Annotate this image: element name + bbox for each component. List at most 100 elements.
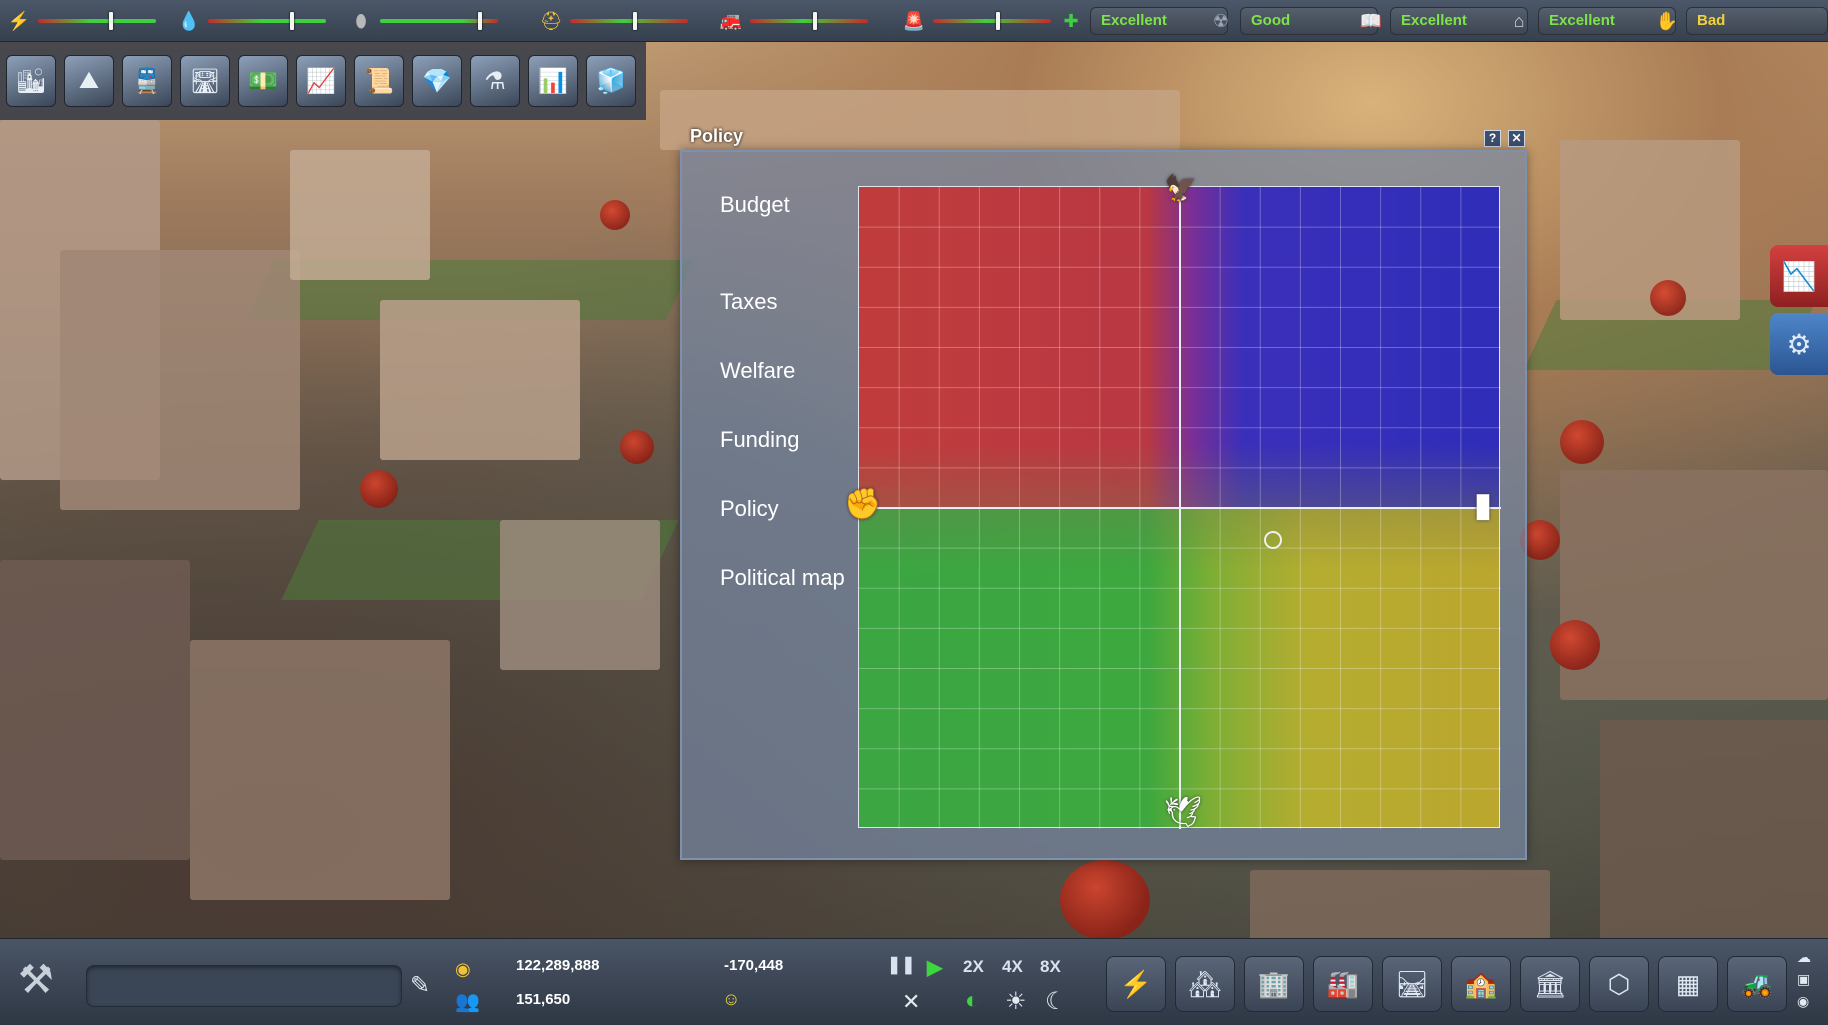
transport-road-button[interactable]: 🛤 xyxy=(1382,956,1442,1012)
landmarks-icon: ⬡ xyxy=(1607,968,1631,999)
close-button[interactable]: ✕ xyxy=(1508,130,1525,147)
vertical-axis xyxy=(1179,187,1181,829)
indicator-sewage[interactable]: ⬮ xyxy=(350,0,498,42)
indicator-police[interactable]: ⛑ xyxy=(540,0,688,42)
water-drop-icon: 💧 xyxy=(177,10,201,31)
government-icon: 🏛 xyxy=(1533,968,1567,999)
housing-icon: ⌂ xyxy=(1513,10,1525,31)
roads-button[interactable]: 🛣 xyxy=(180,55,230,107)
buildings-3d-button[interactable]: 🧊 xyxy=(586,55,636,107)
happiness-icon: ✋ xyxy=(1655,10,1679,31)
rating-environment[interactable]: Good xyxy=(1240,7,1378,35)
terrain-icon: ⛰ xyxy=(78,67,100,94)
documents-icon: 📜 xyxy=(364,67,394,95)
indicator-power[interactable]: ⚡ xyxy=(8,0,156,42)
buildings-3d-icon: 🧊 xyxy=(596,67,626,95)
build-tools-icon[interactable]: ⚒ xyxy=(18,957,72,1011)
services-icon: 🏫 xyxy=(1464,968,1498,999)
fire-icon: 🚒 xyxy=(719,10,743,31)
indicator-knob xyxy=(632,12,637,30)
indicator-crime[interactable]: 🚨 xyxy=(903,0,1051,42)
eagle-icon: 🦅 xyxy=(1164,173,1198,203)
government-button[interactable]: 🏛 xyxy=(1520,956,1580,1012)
documents-button[interactable]: 📜 xyxy=(354,55,404,107)
indicator-fire[interactable]: 🚒 xyxy=(720,0,868,42)
industrial-button[interactable]: 🏭 xyxy=(1313,956,1373,1012)
menu-item-policy[interactable]: Policy xyxy=(720,496,779,522)
trend-graph-icon: 📉 xyxy=(1781,260,1817,292)
commercial-icon: 🏢 xyxy=(1257,968,1291,999)
speed-2x-button[interactable]: 2X xyxy=(963,957,984,977)
menu-item-taxes[interactable]: Taxes xyxy=(720,289,777,315)
shuffle-icon[interactable]: ✕ xyxy=(902,989,920,1015)
graphs-button[interactable]: 📈 xyxy=(296,55,346,107)
money-value: 122,289,888 xyxy=(516,957,600,974)
moon-icon[interactable]: ☾ xyxy=(1045,987,1067,1016)
trend-graph-button[interactable]: 📉 xyxy=(1770,245,1828,307)
zones-button[interactable]: ▦ xyxy=(1658,956,1718,1012)
residential-button[interactable]: 🏘 xyxy=(1175,956,1235,1012)
commercial-button[interactable]: 🏢 xyxy=(1244,956,1304,1012)
resources-button[interactable]: 💎 xyxy=(412,55,462,107)
indicator-slider xyxy=(208,12,326,30)
indicator-slider xyxy=(570,12,688,30)
political-map[interactable]: 🦅 🕊 ✊ ▮ xyxy=(844,173,1501,829)
pause-button[interactable]: ❚❚ xyxy=(887,955,916,975)
menu-item-welfare[interactable]: Welfare xyxy=(720,358,795,384)
indicator-water-drop[interactable]: 💧 xyxy=(178,0,326,42)
settings-button[interactable]: ⚙ xyxy=(1770,313,1828,375)
research-flask-icon: ⚗ xyxy=(484,67,506,95)
mood-icon: ☺ xyxy=(722,989,741,1009)
city-overview-icon: 🏙 xyxy=(15,67,47,95)
utilities-button[interactable]: ⚡ xyxy=(1106,956,1166,1012)
city-overview-button[interactable]: 🏙 xyxy=(6,55,56,107)
education-book-icon: 📖 xyxy=(1359,10,1383,31)
health-cross-icon: ✚ xyxy=(1063,10,1079,31)
graphs-icon: 📈 xyxy=(306,67,336,95)
edit-name-icon[interactable]: ✎ xyxy=(410,971,430,1000)
menu-item-budget[interactable]: Budget xyxy=(720,192,790,218)
bulldozer-button[interactable]: 🚜 xyxy=(1727,956,1787,1012)
landmarks-button[interactable]: ⬡ xyxy=(1589,956,1649,1012)
residential-icon: 🏘 xyxy=(1188,968,1222,999)
city-name-field[interactable] xyxy=(86,965,402,1007)
statistics-icon: 📊 xyxy=(538,67,568,95)
income-value: -170,448 xyxy=(724,957,784,974)
raised-fist-icon: ✊ xyxy=(844,488,882,521)
day-night-icon[interactable]: ◐ xyxy=(965,987,980,1015)
help-button[interactable]: ? xyxy=(1484,130,1501,147)
crime-icon: 🚨 xyxy=(902,10,926,31)
rating-health-cross[interactable]: Excellent xyxy=(1090,7,1228,35)
money-icon: 💵 xyxy=(248,67,278,95)
statistics-button[interactable]: 📊 xyxy=(528,55,578,107)
indicator-knob xyxy=(290,12,295,30)
bulldozer-icon: 🚜 xyxy=(1740,968,1774,999)
indicator-slider xyxy=(38,12,156,30)
money-scroll-icon: ▮ xyxy=(1473,486,1493,524)
menu-item-funding[interactable]: Funding xyxy=(720,427,800,453)
services-button[interactable]: 🏫 xyxy=(1451,956,1511,1012)
speed-8x-button[interactable]: 8X xyxy=(1040,957,1061,977)
rating-happiness[interactable]: Bad xyxy=(1686,7,1828,35)
play-button[interactable]: ▶ xyxy=(927,955,942,980)
policy-window: Budget Taxes Welfare Funding Policy Poli… xyxy=(680,150,1527,860)
weather-icon[interactable]: ☁ xyxy=(1797,949,1811,966)
indicator-knob xyxy=(812,12,817,30)
power-icon: ⚡ xyxy=(7,10,31,31)
terrain-button[interactable]: ⛰ xyxy=(64,55,114,107)
industrial-icon: 🏭 xyxy=(1326,968,1360,999)
population-value: 151,650 xyxy=(516,991,571,1008)
sun-icon[interactable]: ☀ xyxy=(1005,987,1027,1016)
eye-icon[interactable]: ◉ xyxy=(1797,993,1809,1010)
zones-icon: ▦ xyxy=(1675,968,1701,999)
camera-icon[interactable]: ▣ xyxy=(1797,971,1810,988)
indicator-slider xyxy=(380,12,498,30)
transport-button[interactable]: 🚆 xyxy=(122,55,172,107)
speed-4x-button[interactable]: 4X xyxy=(1002,957,1023,977)
money-button[interactable]: 💵 xyxy=(238,55,288,107)
roads-icon: 🛣 xyxy=(189,67,221,95)
research-flask-button[interactable]: ⚗ xyxy=(470,55,520,107)
menu-item-political-map[interactable]: Political map xyxy=(720,565,845,591)
utilities-icon: ⚡ xyxy=(1119,968,1153,999)
population-icon: 👥 xyxy=(455,991,480,1013)
